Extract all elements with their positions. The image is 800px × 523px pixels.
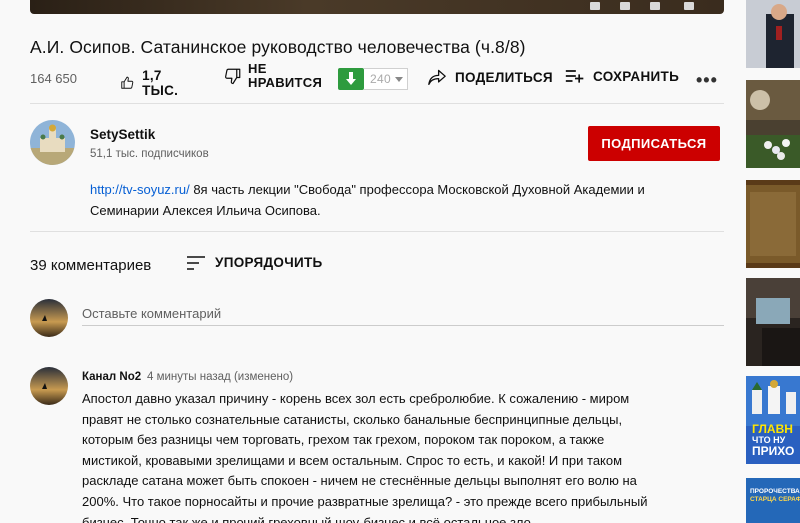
thumbnail-caption: ГЛАВН ЧТО НУ ПРИХО [752, 422, 795, 458]
chevron-down-icon [394, 76, 403, 82]
comment-line: мистикой, кровавыми зрелищами и всем ост… [82, 452, 623, 468]
extension-count: 240 [364, 68, 408, 90]
video-title: А.И. Осипов. Сатанинское руководство чел… [30, 37, 526, 57]
comment-input[interactable] [82, 302, 724, 326]
player-control-icon[interactable] [684, 2, 694, 10]
player-control-icon[interactable] [650, 2, 660, 10]
player-control-icon[interactable] [620, 2, 630, 10]
player-control-icon[interactable] [590, 2, 600, 10]
sort-comments-button[interactable]: УПОРЯДОЧИТЬ [187, 255, 323, 270]
video-player[interactable] [30, 0, 724, 14]
save-label: СОХРАНИТЬ [593, 68, 680, 84]
sort-label: УПОРЯДОЧИТЬ [215, 255, 323, 270]
dislike-label-line2: НРАВИТСЯ [248, 75, 323, 90]
like-button[interactable]: 1,7 ТЫС. [120, 68, 184, 98]
like-count: 1,7 ТЫС. [142, 68, 179, 98]
comment-time[interactable]: 4 минуты назад (изменено) [147, 371, 293, 383]
comment-line: правят не столько сознательные сатанисты… [82, 411, 623, 427]
subscribe-button[interactable]: ПОДПИСАТЬСЯ [588, 126, 720, 161]
extension-count-value: 240 [370, 72, 391, 86]
download-extension-button[interactable]: 240 [338, 68, 408, 90]
dislike-label-line1: НЕ [248, 61, 267, 76]
description-link[interactable]: http://tv-soyuz.ru/ [90, 182, 190, 197]
comment-author[interactable]: Канал No2 [82, 371, 141, 383]
thumbnail-caption-line: ПРОРОЧЕСТВА [750, 488, 800, 495]
share-icon [428, 69, 446, 86]
thumbs-down-icon [225, 68, 241, 85]
share-button[interactable]: ПОДЕЛИТЬСЯ [427, 68, 553, 86]
related-video-thumbnail[interactable] [746, 180, 800, 268]
subscriber-count: 51,1 тыс. подписчиков [90, 148, 209, 160]
channel-name[interactable]: SetySettik [90, 127, 155, 142]
more-actions-button[interactable]: ••• [696, 70, 718, 91]
share-label: ПОДЕЛИТЬСЯ [455, 69, 553, 85]
related-video-thumbnail[interactable] [746, 278, 800, 366]
comments-count: 39 комментариев [30, 257, 152, 274]
dislike-button[interactable]: НЕ НРАВИТСЯ [224, 62, 322, 90]
divider [30, 231, 724, 232]
comment-line: раскладе сатана может быть спокоен - нич… [82, 473, 637, 489]
thumbnail-caption-line: СТАРЦА СЕРАФИМ [750, 496, 800, 503]
thumbnail-caption-line: ПРИХО [752, 444, 795, 458]
user-avatar [30, 299, 68, 337]
video-description: http://tv-soyuz.ru/ 8я часть лекции "Сво… [90, 179, 690, 221]
download-icon [338, 68, 364, 90]
view-count: 164 650 [30, 71, 77, 86]
description-text-line2: Семинарии Алексея Ильича Осипова. [90, 203, 321, 218]
related-video-thumbnail[interactable] [746, 0, 800, 68]
dislike-label: НЕ НРАВИТСЯ [248, 62, 322, 90]
channel-avatar[interactable] [30, 120, 75, 165]
thumbnail-caption: ПРОРОЧЕСТВА СТАРЦА СЕРАФИМ [750, 488, 800, 504]
thumbnail-caption-line: ГЛАВН [752, 422, 793, 436]
comment-line: которым без разницы чем торговать, грехо… [82, 432, 605, 448]
comment-author-avatar[interactable] [30, 367, 68, 405]
comment-line: Апостол давно указал причину - корень вс… [82, 391, 630, 406]
divider [30, 103, 724, 104]
thumbs-up-icon [121, 76, 134, 89]
related-video-thumbnail[interactable]: ГЛАВН ЧТО НУ ПРИХО [746, 376, 800, 464]
related-video-thumbnail[interactable] [746, 80, 800, 168]
description-text-line1: 8я часть лекции "Свобода" профессора Мос… [189, 182, 645, 197]
comment-line: бизнес. Точно так же и прочий греховный … [82, 514, 535, 523]
sort-icon [187, 255, 205, 270]
comment-text: Апостол давно указал причину - корень вс… [82, 389, 682, 523]
related-video-thumbnail[interactable]: ПРОРОЧЕСТВА СТАРЦА СЕРАФИМ [746, 478, 800, 523]
save-button[interactable]: СОХРАНИТЬ [565, 68, 679, 84]
comment-line: 200%. Что такое порносайты и прочие разв… [82, 493, 648, 509]
playlist-add-icon [565, 70, 584, 83]
